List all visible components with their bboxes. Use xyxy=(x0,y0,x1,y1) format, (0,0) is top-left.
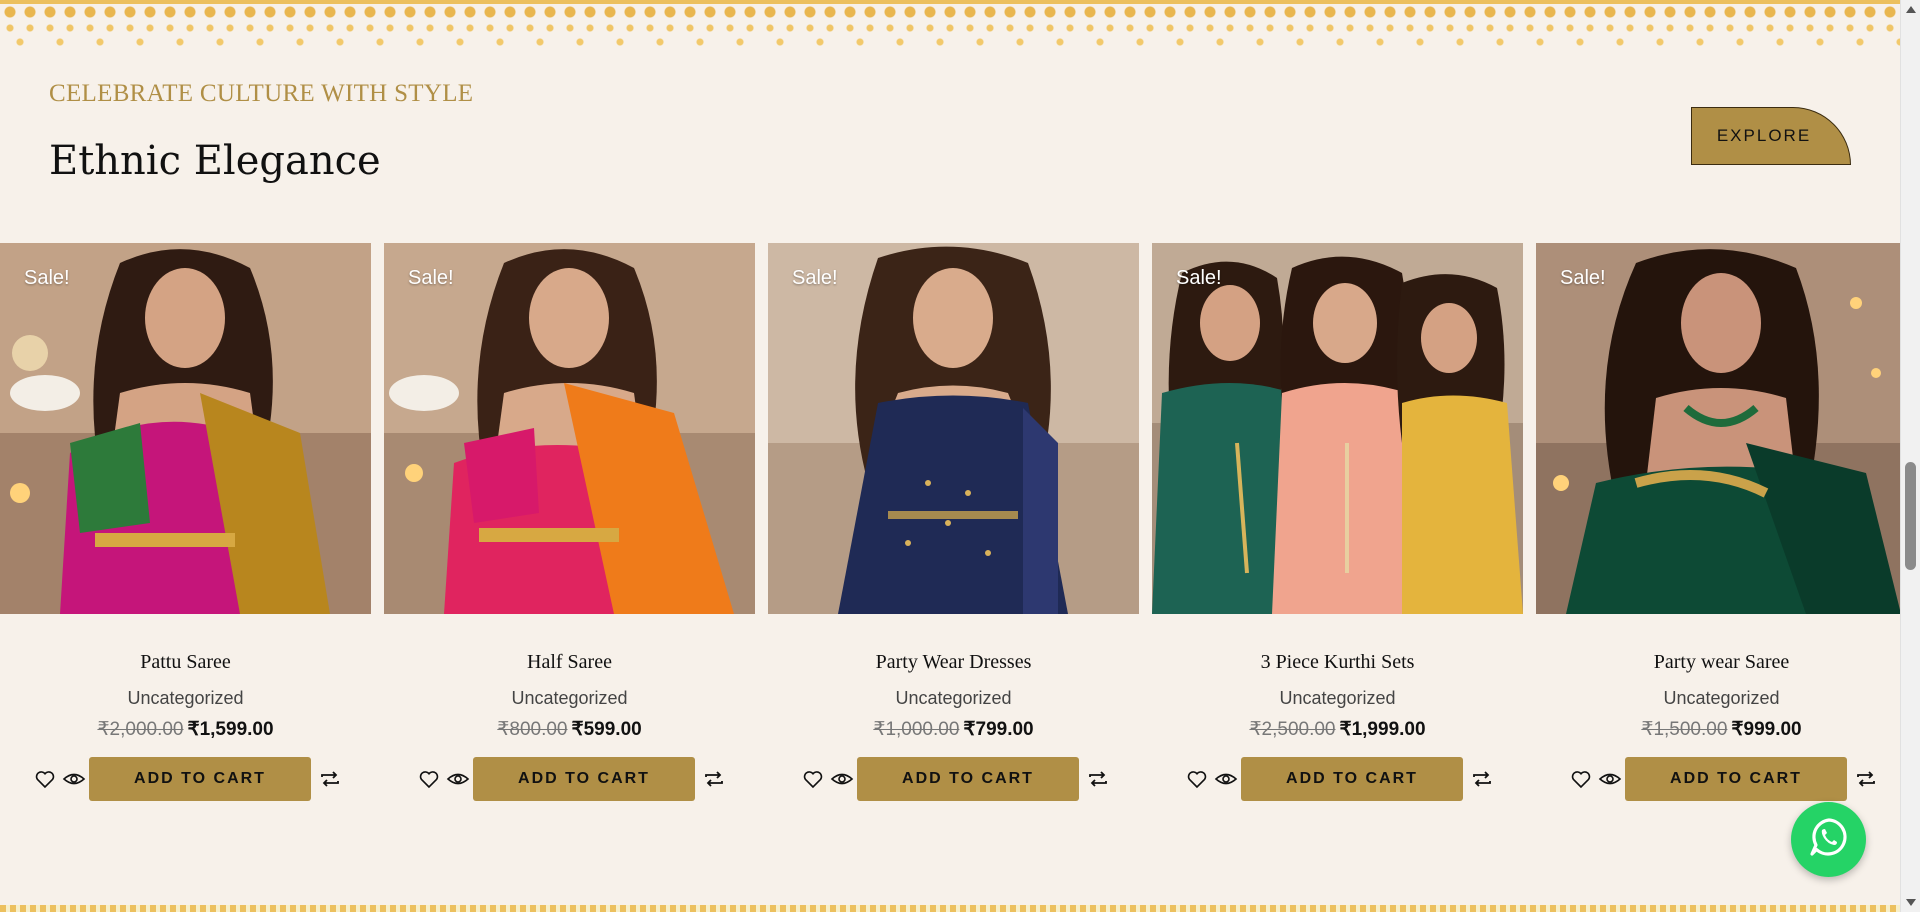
product-actions: ADD TO CART xyxy=(1152,757,1523,801)
product-card[interactable]: Sale! Party wear Saree Uncategorized ₹1,… xyxy=(1536,243,1907,803)
section-title: Ethnic Elegance xyxy=(49,138,381,184)
scroll-down-arrow-icon[interactable] xyxy=(1906,899,1916,906)
heart-icon[interactable] xyxy=(417,767,441,791)
heart-icon[interactable] xyxy=(1185,767,1209,791)
sale-price: ₹999.00 xyxy=(1731,719,1802,740)
product-title[interactable]: Pattu Saree xyxy=(0,651,371,674)
original-price: ₹800.00 xyxy=(497,719,568,740)
product-title[interactable]: Party wear Saree xyxy=(1536,651,1907,674)
sale-badge: Sale! xyxy=(792,267,838,289)
sale-badge: Sale! xyxy=(1560,267,1606,289)
heart-icon[interactable] xyxy=(801,767,825,791)
page-scrollbar[interactable] xyxy=(1900,0,1920,912)
whatsapp-icon xyxy=(1807,815,1851,864)
add-to-cart-button[interactable]: ADD TO CART xyxy=(1625,757,1847,801)
product-category[interactable]: Uncategorized xyxy=(1536,688,1907,709)
compare-icon[interactable] xyxy=(318,767,342,791)
product-actions: ADD TO CART xyxy=(1536,757,1907,801)
product-category[interactable]: Uncategorized xyxy=(768,688,1139,709)
product-image[interactable]: Sale! xyxy=(1152,243,1523,614)
eye-icon[interactable] xyxy=(1598,767,1622,791)
original-price: ₹2,000.00 xyxy=(97,719,184,740)
product-image[interactable]: Sale! xyxy=(384,243,755,614)
sale-badge: Sale! xyxy=(408,267,454,289)
sale-price: ₹599.00 xyxy=(571,719,642,740)
eye-icon[interactable] xyxy=(62,767,86,791)
product-image[interactable]: Sale! xyxy=(768,243,1139,614)
product-category[interactable]: Uncategorized xyxy=(0,688,371,709)
product-card[interactable]: Sale! Party Wear Dresses Uncategorized ₹… xyxy=(768,243,1139,803)
sale-price: ₹1,999.00 xyxy=(1339,719,1426,740)
product-actions: ADD TO CART xyxy=(768,757,1139,801)
product-carousel: Sale! Pattu Saree Uncategorized ₹2,000.0… xyxy=(0,243,1901,803)
product-card[interactable]: Sale! Half Saree Uncategorized ₹800.00 ₹5… xyxy=(384,243,755,803)
product-title[interactable]: Party Wear Dresses xyxy=(768,651,1139,674)
explore-button[interactable]: EXPLORE xyxy=(1691,107,1851,165)
product-actions: ADD TO CART xyxy=(0,757,371,801)
product-price: ₹2,000.00 ₹1,599.00 xyxy=(0,718,371,741)
add-to-cart-button[interactable]: ADD TO CART xyxy=(857,757,1079,801)
whatsapp-chat-button[interactable] xyxy=(1791,802,1866,877)
product-price: ₹800.00 ₹599.00 xyxy=(384,718,755,741)
decorative-bottom-border xyxy=(0,905,1900,912)
eye-icon[interactable] xyxy=(446,767,470,791)
sale-badge: Sale! xyxy=(24,267,70,289)
product-image[interactable]: Sale! xyxy=(1536,243,1907,614)
product-price: ₹2,500.00 ₹1,999.00 xyxy=(1152,718,1523,741)
scroll-up-arrow-icon[interactable] xyxy=(1906,6,1916,13)
add-to-cart-button[interactable]: ADD TO CART xyxy=(1241,757,1463,801)
sale-badge: Sale! xyxy=(1176,267,1222,289)
product-card[interactable]: Sale! Pattu Saree Uncategorized ₹2,000.0… xyxy=(0,243,371,803)
compare-icon[interactable] xyxy=(702,767,726,791)
scrollbar-thumb[interactable] xyxy=(1905,462,1916,570)
product-price: ₹1,500.00 ₹999.00 xyxy=(1536,718,1907,741)
sale-price: ₹1,599.00 xyxy=(187,719,274,740)
product-title[interactable]: 3 Piece Kurthi Sets xyxy=(1152,651,1523,674)
product-card[interactable]: Sale! 3 Piece Kurthi Sets Uncategorized … xyxy=(1152,243,1523,803)
product-title[interactable]: Half Saree xyxy=(384,651,755,674)
compare-icon[interactable] xyxy=(1470,767,1494,791)
heart-icon[interactable] xyxy=(1569,767,1593,791)
add-to-cart-button[interactable]: ADD TO CART xyxy=(89,757,311,801)
original-price: ₹1,500.00 xyxy=(1641,719,1728,740)
compare-icon[interactable] xyxy=(1086,767,1110,791)
sale-price: ₹799.00 xyxy=(963,719,1034,740)
compare-icon[interactable] xyxy=(1854,767,1878,791)
product-image[interactable]: Sale! xyxy=(0,243,371,614)
product-category[interactable]: Uncategorized xyxy=(1152,688,1523,709)
original-price: ₹2,500.00 xyxy=(1249,719,1336,740)
decorative-top-border xyxy=(0,0,1900,48)
eye-icon[interactable] xyxy=(1214,767,1238,791)
product-category[interactable]: Uncategorized xyxy=(384,688,755,709)
section-eyebrow: CELEBRATE CULTURE WITH STYLE xyxy=(49,80,474,107)
product-price: ₹1,000.00 ₹799.00 xyxy=(768,718,1139,741)
eye-icon[interactable] xyxy=(830,767,854,791)
original-price: ₹1,000.00 xyxy=(873,719,960,740)
add-to-cart-button[interactable]: ADD TO CART xyxy=(473,757,695,801)
product-actions: ADD TO CART xyxy=(384,757,755,801)
heart-icon[interactable] xyxy=(33,767,57,791)
